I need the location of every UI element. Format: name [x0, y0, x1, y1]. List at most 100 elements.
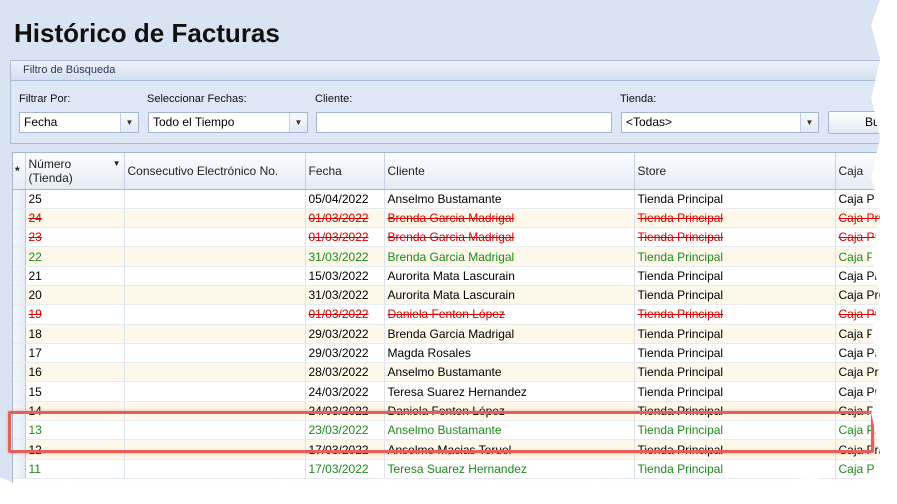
row-fecha: 29/03/2022	[305, 343, 385, 364]
row-consecutivo	[124, 285, 306, 306]
row-cliente: Brenda Garcia Madrigal	[384, 227, 635, 248]
row-caja: Caja Pri	[835, 439, 880, 460]
row-indicator[interactable]	[13, 381, 26, 402]
row-store: Tienda Principal	[634, 420, 836, 441]
row-numero: 17	[25, 343, 125, 364]
row-indicator[interactable]	[13, 401, 26, 422]
row-fecha: 28/03/2022	[305, 362, 385, 383]
row-indicator[interactable]	[13, 227, 26, 248]
select-dates-select[interactable]: Todo el Tiempo ▼	[148, 112, 308, 133]
column-header-fecha[interactable]: Fecha	[305, 153, 385, 190]
row-consecutivo	[124, 324, 306, 344]
row-numero: 24	[25, 208, 125, 229]
row-fecha: 29/03/2022	[305, 324, 385, 344]
row-cliente: Brenda Garcia Madrigal	[384, 246, 635, 267]
row-indicator[interactable]	[13, 420, 26, 441]
row-indicator[interactable]	[13, 459, 26, 479]
row-indicator[interactable]	[13, 285, 26, 306]
row-fecha: 15/03/2022	[305, 266, 385, 286]
row-caja: Caja Prin	[835, 246, 880, 267]
column-header-numero[interactable]: ▼ Número (Tienda)	[25, 153, 125, 190]
table-row[interactable]: 23 01/03/2022 Brenda Garcia Madrigal Tienda…	[13, 227, 880, 248]
row-caja: Caja Pri	[835, 381, 880, 402]
row-fecha: 24/03/2022	[305, 381, 385, 402]
column-header-store[interactable]: Store	[634, 153, 836, 190]
search-button-label: Bu	[865, 115, 880, 129]
table-row[interactable]: 25 05/04/2022 Anselmo Bustamante Tienda Pri…	[13, 189, 880, 209]
table-row[interactable]: 20 31/03/2022 Aurorita Mata Lascurain Tiend…	[13, 285, 880, 306]
row-numero: 25	[25, 189, 125, 209]
table-row[interactable]: 11 17/03/2022 Teresa Suarez Hernandez Tiend…	[13, 459, 880, 479]
row-store: Tienda Principal	[634, 227, 836, 248]
row-store: Tienda Principal	[634, 459, 836, 479]
row-indicator[interactable]	[13, 343, 26, 364]
sort-down-icon[interactable]: ▼	[113, 159, 121, 168]
store-select-value: <Todas>	[626, 115, 673, 129]
row-indicator[interactable]	[13, 304, 26, 325]
row-indicator[interactable]	[13, 439, 26, 460]
row-consecutivo	[124, 459, 306, 479]
filter-by-select[interactable]: Fecha ▼	[19, 112, 139, 133]
invoice-grid[interactable]: * ▼ Número (Tienda) Consecutivo Electrón…	[12, 152, 880, 485]
row-consecutivo	[124, 362, 306, 383]
row-numero: 11	[25, 459, 125, 479]
row-indicator[interactable]	[13, 246, 26, 267]
row-fecha: 17/03/2022	[305, 459, 385, 479]
row-numero: 15	[25, 381, 125, 402]
row-cliente: Anselmo Bustamante	[384, 189, 635, 209]
row-numero: 20	[25, 285, 125, 306]
row-indicator[interactable]	[13, 362, 26, 383]
row-consecutivo	[124, 304, 306, 325]
row-cliente: Brenda Garcia Madrigal	[384, 208, 635, 229]
table-row[interactable]: 15 24/03/2022 Teresa Suarez Hernandez Tiend…	[13, 381, 880, 402]
store-select[interactable]: <Todas> ▼	[621, 112, 819, 133]
table-row[interactable]: 21 15/03/2022 Aurorita Mata Lascurain Tiend…	[13, 266, 880, 286]
row-store: Tienda Principal	[634, 343, 836, 364]
row-indicator[interactable]	[13, 324, 26, 344]
table-row[interactable]: 13 23/03/2022 Anselmo Bustamante Tienda Pri…	[13, 420, 880, 441]
row-consecutivo	[124, 343, 306, 364]
row-cliente: Aurorita Mata Lascurain	[384, 266, 635, 286]
table-row[interactable]: 17 29/03/2022 Magda Rosales Tienda Principa…	[13, 343, 880, 364]
chevron-down-icon[interactable]: ▼	[120, 113, 138, 132]
filter-by-label: Filtrar Por:	[19, 93, 71, 105]
table-row[interactable]: 18 29/03/2022 Brenda Garcia Madrigal Tienda…	[13, 324, 880, 344]
row-indicator[interactable]	[13, 189, 26, 209]
row-numero: 16	[25, 362, 125, 383]
column-header-consecutivo[interactable]: Consecutivo Electrónico No.	[124, 153, 306, 190]
table-row[interactable]: 22 31/03/2022 Brenda Garcia Madrigal Tienda…	[13, 246, 880, 267]
table-row[interactable]: 19 01/03/2022 Daniela Fenton López Tienda P…	[13, 304, 880, 325]
row-cliente: Anselmo Bustamante	[384, 420, 635, 441]
row-store: Tienda Principal	[634, 208, 836, 229]
table-row[interactable]: 12 17/03/2022 Anselmo Macias Teruel Tienda …	[13, 439, 880, 460]
table-row[interactable]: 16 28/03/2022 Anselmo Bustamante Tienda Pri…	[13, 362, 880, 383]
row-cliente: Magda Rosales	[384, 343, 635, 364]
table-row[interactable]: 14 24/03/2022 Daniela Fenton López Tienda P…	[13, 401, 880, 422]
row-fecha: 01/03/2022	[305, 208, 385, 229]
chevron-down-icon[interactable]: ▼	[800, 113, 818, 132]
row-cliente: Teresa Suarez Hernandez	[384, 459, 635, 479]
row-cliente: Anselmo Bustamante	[384, 362, 635, 383]
row-numero: 21	[25, 266, 125, 286]
row-caja: Caja Pri	[835, 304, 880, 325]
chevron-down-icon[interactable]: ▼	[289, 113, 307, 132]
page-title: Histórico de Facturas	[14, 18, 280, 48]
row-caja: Caja Pri	[835, 266, 880, 286]
table-row[interactable]: 24 01/03/2022 Brenda Garcia Madrigal Tienda…	[13, 208, 880, 229]
row-indicator[interactable]	[13, 266, 26, 286]
row-cliente: Anselmo Macias Teruel	[384, 439, 635, 460]
row-caja: Caja Pri	[835, 208, 880, 229]
row-indicator-header[interactable]: *	[13, 153, 26, 190]
column-header-caja[interactable]: Caja	[835, 153, 880, 190]
row-consecutivo	[124, 420, 306, 441]
column-header-numero-label: Número (Tienda)	[28, 156, 73, 185]
invoice-history-window: Histórico de Facturas Filtro de Búsqueda…	[0, 0, 880, 485]
row-fecha: 17/03/2022	[305, 439, 385, 460]
row-indicator[interactable]	[13, 208, 26, 229]
client-label: Cliente:	[315, 93, 353, 105]
column-header-cliente[interactable]: Cliente	[384, 153, 635, 190]
search-button[interactable]: Bu	[828, 111, 880, 134]
row-numero: 18	[25, 324, 125, 344]
row-numero: 13	[25, 420, 125, 441]
client-input[interactable]	[316, 112, 612, 133]
